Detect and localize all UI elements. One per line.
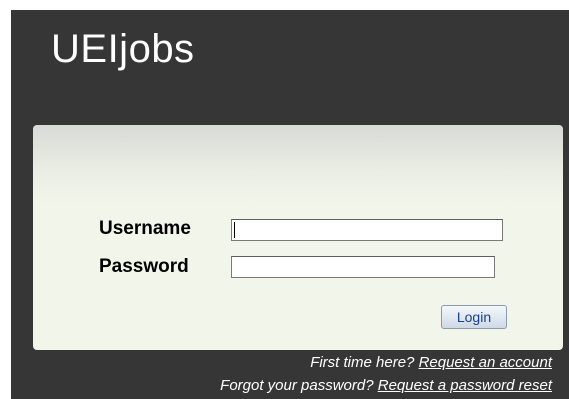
login-button[interactable]: Login [441, 305, 507, 329]
password-input[interactable] [231, 256, 495, 278]
password-label: Password [99, 256, 189, 277]
page: UEIjobs Username Password Login First ti… [0, 0, 569, 399]
app-title: UEIjobs [51, 27, 195, 71]
request-account-link[interactable]: Request an account [419, 354, 552, 371]
text-cursor [234, 222, 235, 238]
first-time-text: First time here? [310, 354, 415, 371]
username-label: Username [99, 218, 191, 239]
forgot-password-text: Forgot your password? [220, 377, 374, 394]
request-account-line: First time here? Request an account [310, 354, 552, 372]
app-frame: UEIjobs Username Password Login First ti… [11, 10, 569, 399]
login-panel: Username Password Login [33, 125, 563, 350]
password-reset-link[interactable]: Request a password reset [378, 377, 552, 394]
password-reset-line: Forgot your password? Request a password… [220, 377, 552, 395]
username-input[interactable] [231, 219, 503, 241]
